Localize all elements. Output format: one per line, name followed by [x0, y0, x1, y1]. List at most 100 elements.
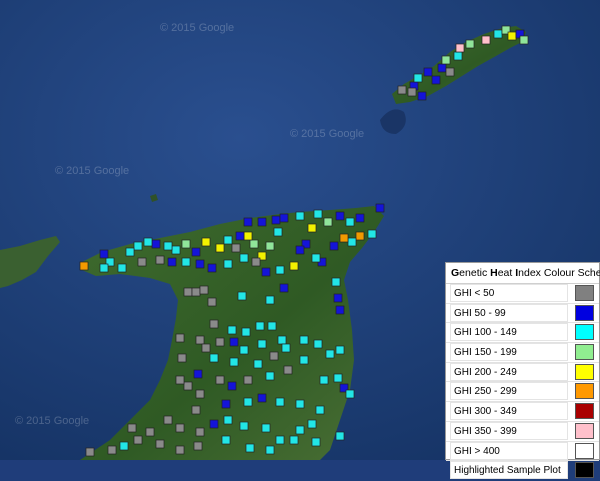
sample-marker[interactable]	[183, 381, 193, 391]
sample-marker[interactable]	[99, 263, 109, 273]
sample-marker[interactable]	[199, 285, 209, 295]
sample-marker[interactable]	[313, 339, 323, 349]
sample-marker[interactable]	[269, 351, 279, 361]
sample-marker[interactable]	[181, 239, 191, 249]
sample-marker[interactable]	[265, 295, 275, 305]
sample-marker[interactable]	[235, 231, 245, 241]
sample-marker[interactable]	[355, 213, 365, 223]
sample-marker[interactable]	[237, 291, 247, 301]
sample-marker[interactable]	[261, 267, 271, 277]
sample-marker[interactable]	[133, 435, 143, 445]
sample-marker[interactable]	[175, 333, 185, 343]
sample-marker[interactable]	[207, 297, 217, 307]
sample-marker[interactable]	[243, 217, 253, 227]
sample-marker[interactable]	[243, 397, 253, 407]
sample-marker[interactable]	[261, 423, 271, 433]
sample-marker[interactable]	[315, 405, 325, 415]
sample-marker[interactable]	[163, 241, 173, 251]
sample-marker[interactable]	[193, 441, 203, 451]
sample-marker[interactable]	[437, 63, 447, 73]
sample-marker[interactable]	[283, 365, 293, 375]
sample-marker[interactable]	[329, 241, 339, 251]
sample-marker[interactable]	[195, 389, 205, 399]
sample-marker[interactable]	[79, 261, 89, 271]
sample-marker[interactable]	[493, 29, 503, 39]
sample-marker[interactable]	[279, 213, 289, 223]
sample-marker[interactable]	[223, 415, 233, 425]
sample-marker[interactable]	[441, 55, 451, 65]
sample-marker[interactable]	[307, 419, 317, 429]
sample-marker[interactable]	[295, 425, 305, 435]
sample-marker[interactable]	[209, 319, 219, 329]
sample-marker[interactable]	[137, 257, 147, 267]
sample-marker[interactable]	[155, 439, 165, 449]
sample-marker[interactable]	[183, 287, 193, 297]
sample-marker[interactable]	[271, 215, 281, 225]
sample-marker[interactable]	[245, 443, 255, 453]
sample-marker[interactable]	[241, 327, 251, 337]
sample-marker[interactable]	[119, 441, 129, 451]
sample-marker[interactable]	[307, 223, 317, 233]
sample-marker[interactable]	[221, 435, 231, 445]
sample-marker[interactable]	[397, 85, 407, 95]
sample-marker[interactable]	[243, 231, 253, 241]
sample-marker[interactable]	[215, 243, 225, 253]
sample-marker[interactable]	[201, 237, 211, 247]
sample-marker[interactable]	[223, 235, 233, 245]
sample-marker[interactable]	[313, 209, 323, 219]
sample-marker[interactable]	[151, 239, 161, 249]
sample-marker[interactable]	[215, 375, 225, 385]
sample-marker[interactable]	[295, 211, 305, 221]
sample-marker[interactable]	[227, 325, 237, 335]
sample-marker[interactable]	[257, 339, 267, 349]
sample-marker[interactable]	[193, 369, 203, 379]
sample-marker[interactable]	[331, 277, 341, 287]
sample-marker[interactable]	[249, 239, 259, 249]
sample-marker[interactable]	[175, 375, 185, 385]
sample-marker[interactable]	[453, 51, 463, 61]
sample-marker[interactable]	[229, 357, 239, 367]
sample-marker[interactable]	[335, 305, 345, 315]
sample-marker[interactable]	[481, 35, 491, 45]
sample-marker[interactable]	[175, 445, 185, 455]
sample-marker[interactable]	[239, 253, 249, 263]
sample-marker[interactable]	[319, 375, 329, 385]
sample-marker[interactable]	[281, 343, 291, 353]
sample-marker[interactable]	[345, 389, 355, 399]
sample-marker[interactable]	[289, 435, 299, 445]
sample-marker[interactable]	[275, 397, 285, 407]
sample-marker[interactable]	[251, 257, 261, 267]
sample-marker[interactable]	[191, 247, 201, 257]
sample-marker[interactable]	[413, 73, 423, 83]
sample-marker[interactable]	[289, 261, 299, 271]
sample-marker[interactable]	[295, 399, 305, 409]
sample-marker[interactable]	[265, 241, 275, 251]
sample-marker[interactable]	[333, 373, 343, 383]
sample-marker[interactable]	[191, 287, 201, 297]
sample-marker[interactable]	[311, 437, 321, 447]
sample-marker[interactable]	[273, 227, 283, 237]
sample-marker[interactable]	[355, 231, 365, 241]
sample-marker[interactable]	[167, 257, 177, 267]
sample-marker[interactable]	[191, 405, 201, 415]
sample-marker[interactable]	[181, 257, 191, 267]
sample-marker[interactable]	[171, 245, 181, 255]
sample-marker[interactable]	[125, 247, 135, 257]
sample-marker[interactable]	[243, 375, 253, 385]
sample-marker[interactable]	[257, 393, 267, 403]
sample-marker[interactable]	[231, 243, 241, 253]
sample-marker[interactable]	[195, 259, 205, 269]
sample-marker[interactable]	[127, 423, 137, 433]
sample-marker[interactable]	[201, 343, 211, 353]
sample-marker[interactable]	[417, 91, 427, 101]
sample-marker[interactable]	[223, 259, 233, 269]
sample-marker[interactable]	[209, 419, 219, 429]
sample-marker[interactable]	[155, 255, 165, 265]
sample-marker[interactable]	[275, 435, 285, 445]
sample-marker[interactable]	[423, 67, 433, 77]
sample-marker[interactable]	[347, 237, 357, 247]
sample-marker[interactable]	[325, 349, 335, 359]
sample-marker[interactable]	[85, 447, 95, 457]
sample-marker[interactable]	[133, 241, 143, 251]
sample-marker[interactable]	[335, 431, 345, 441]
